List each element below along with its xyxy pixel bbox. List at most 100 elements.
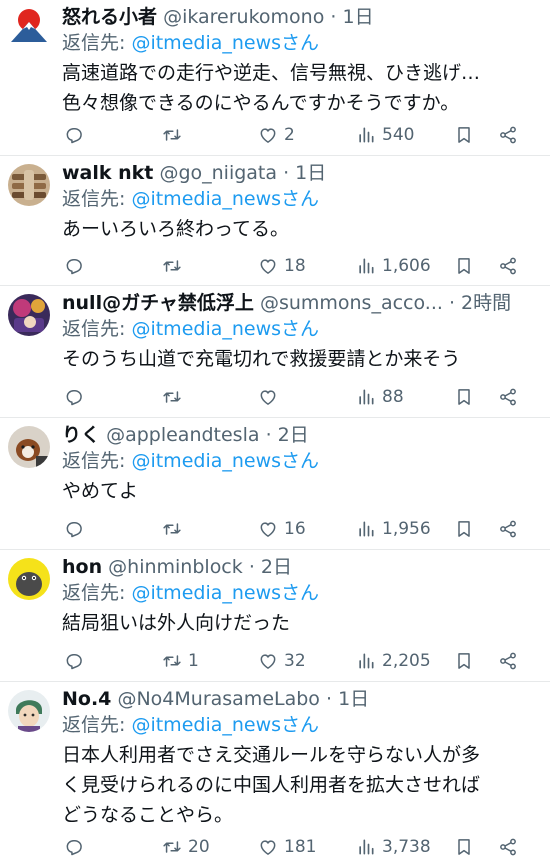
- user-handle[interactable]: @go_niigata: [159, 162, 277, 184]
- separator-dot: ·: [448, 292, 455, 314]
- views-chart-icon: [359, 389, 374, 405]
- share-button[interactable]: [498, 385, 518, 409]
- reply-button[interactable]: [64, 385, 90, 409]
- reply-button[interactable]: [64, 835, 90, 859]
- view-count: 88: [382, 387, 404, 407]
- like-button[interactable]: [258, 385, 284, 409]
- display-name[interactable]: walk nkt: [62, 162, 153, 184]
- like-button[interactable]: 16: [258, 517, 306, 541]
- avatar[interactable]: [8, 690, 50, 732]
- mention-link[interactable]: @itmedia_newsさん: [131, 582, 319, 604]
- mention-link[interactable]: @itmedia_newsさん: [131, 32, 319, 54]
- display-name[interactable]: No.4: [62, 688, 111, 710]
- tweet-item[interactable]: No.4 @No4MurasameLabo · 1日 返信先: @itmedia…: [0, 682, 550, 860]
- timestamp[interactable]: 2時間: [461, 292, 511, 314]
- retweet-button[interactable]: [162, 254, 188, 278]
- user-handle[interactable]: @No4MurasameLabo: [117, 688, 319, 710]
- like-button[interactable]: 2: [258, 123, 295, 147]
- retweet-button[interactable]: [162, 385, 188, 409]
- views-button[interactable]: 1,956: [356, 517, 431, 541]
- avatar[interactable]: [8, 558, 50, 600]
- reply-context: 返信先: @itmedia_newsさん: [62, 316, 319, 342]
- display-name[interactable]: null@ガチャ禁低浮上: [62, 292, 254, 314]
- timestamp[interactable]: 1日: [295, 162, 326, 184]
- bookmark-button[interactable]: [454, 649, 474, 673]
- reply-button[interactable]: [64, 649, 90, 673]
- views-button[interactable]: 540: [356, 123, 414, 147]
- bookmark-button[interactable]: [454, 254, 474, 278]
- heart-icon: [260, 654, 276, 669]
- tweet-item[interactable]: hon @hinminblock · 2日 返信先: @itmedia_news…: [0, 550, 550, 682]
- mention-link[interactable]: @itmedia_newsさん: [131, 714, 319, 736]
- separator-dot: ·: [330, 6, 337, 28]
- avatar-image: [8, 4, 50, 46]
- avatar-image: [8, 294, 50, 336]
- heart-icon: [260, 259, 276, 274]
- display-name[interactable]: りく: [62, 424, 100, 446]
- reply-button[interactable]: [64, 123, 90, 147]
- user-handle[interactable]: @hinminblock: [108, 556, 243, 578]
- like-count: 2: [284, 125, 295, 145]
- share-icon: [500, 838, 516, 856]
- view-count: 1,606: [382, 256, 431, 276]
- tweet-text: 日本人利用者でさえ交通ルールを守らない人が多 く見受けられるのに中国人利用者を拡…: [62, 744, 481, 826]
- avatar[interactable]: [8, 294, 50, 336]
- bookmark-button[interactable]: [454, 385, 474, 409]
- bookmark-button[interactable]: [454, 517, 474, 541]
- action-bar: 16 1,956: [62, 517, 520, 541]
- bookmark-button[interactable]: [454, 835, 474, 859]
- reply-button[interactable]: [64, 254, 90, 278]
- reply-prefix: 返信先:: [62, 450, 126, 472]
- avatar-image: [8, 426, 50, 468]
- user-handle[interactable]: @appleandtesla: [106, 424, 259, 446]
- tweet-item[interactable]: りく @appleandtesla · 2日 返信先: @itmedia_new…: [0, 418, 550, 550]
- retweet-button[interactable]: 1: [162, 649, 199, 673]
- bookmark-button[interactable]: [454, 123, 474, 147]
- mention-link[interactable]: @itmedia_newsさん: [131, 318, 319, 340]
- share-button[interactable]: [498, 123, 518, 147]
- reply-context: 返信先: @itmedia_newsさん: [62, 712, 319, 738]
- mention-link[interactable]: @itmedia_newsさん: [131, 450, 319, 472]
- reply-prefix: 返信先:: [62, 188, 126, 210]
- retweet-button[interactable]: [162, 123, 188, 147]
- timestamp[interactable]: 1日: [338, 688, 369, 710]
- retweet-button[interactable]: 20: [162, 835, 210, 859]
- share-button[interactable]: [498, 649, 518, 673]
- tweet-header: walk nkt @go_niigata · 1日: [62, 160, 538, 186]
- views-button[interactable]: 3,738: [356, 835, 431, 859]
- like-button[interactable]: 181: [258, 835, 316, 859]
- display-name[interactable]: 怒れる小者: [62, 6, 157, 28]
- view-count: 2,205: [382, 651, 431, 671]
- share-button[interactable]: [498, 835, 518, 859]
- view-count: 1,956: [382, 519, 431, 539]
- tweet-item[interactable]: 怒れる小者 @ikarerukomono · 1日 返信先: @itmedia_…: [0, 0, 550, 156]
- user-handle[interactable]: @ikarerukomono: [163, 6, 324, 28]
- views-button[interactable]: 2,205: [356, 649, 431, 673]
- tweet-item[interactable]: null@ガチャ禁低浮上 @summons_acco... · 2時間 返信先:…: [0, 286, 550, 418]
- views-button[interactable]: 88: [356, 385, 404, 409]
- retweet-button[interactable]: [162, 517, 188, 541]
- timestamp[interactable]: 1日: [342, 6, 373, 28]
- like-button[interactable]: 32: [258, 649, 306, 673]
- tweet-item[interactable]: walk nkt @go_niigata · 1日 返信先: @itmedia_…: [0, 156, 550, 286]
- mention-link[interactable]: @itmedia_newsさん: [131, 188, 319, 210]
- views-button[interactable]: 1,606: [356, 254, 431, 278]
- display-name[interactable]: hon: [62, 556, 102, 578]
- reply-icon: [66, 522, 82, 538]
- share-icon: [500, 520, 516, 538]
- avatar[interactable]: [8, 164, 50, 206]
- share-button[interactable]: [498, 254, 518, 278]
- like-button[interactable]: 18: [258, 254, 306, 278]
- timestamp[interactable]: 2日: [261, 556, 292, 578]
- share-button[interactable]: [498, 517, 518, 541]
- separator-dot: ·: [325, 688, 333, 710]
- share-icon: [500, 257, 516, 275]
- reply-button[interactable]: [64, 517, 90, 541]
- avatar[interactable]: [8, 426, 50, 468]
- action-bar: 18 1,606: [62, 254, 520, 278]
- avatar[interactable]: [8, 4, 50, 46]
- share-icon: [500, 652, 516, 670]
- timestamp[interactable]: 2日: [278, 424, 309, 446]
- action-bar: 1 32 2,205: [62, 649, 520, 673]
- user-handle[interactable]: @summons_acco...: [260, 292, 443, 314]
